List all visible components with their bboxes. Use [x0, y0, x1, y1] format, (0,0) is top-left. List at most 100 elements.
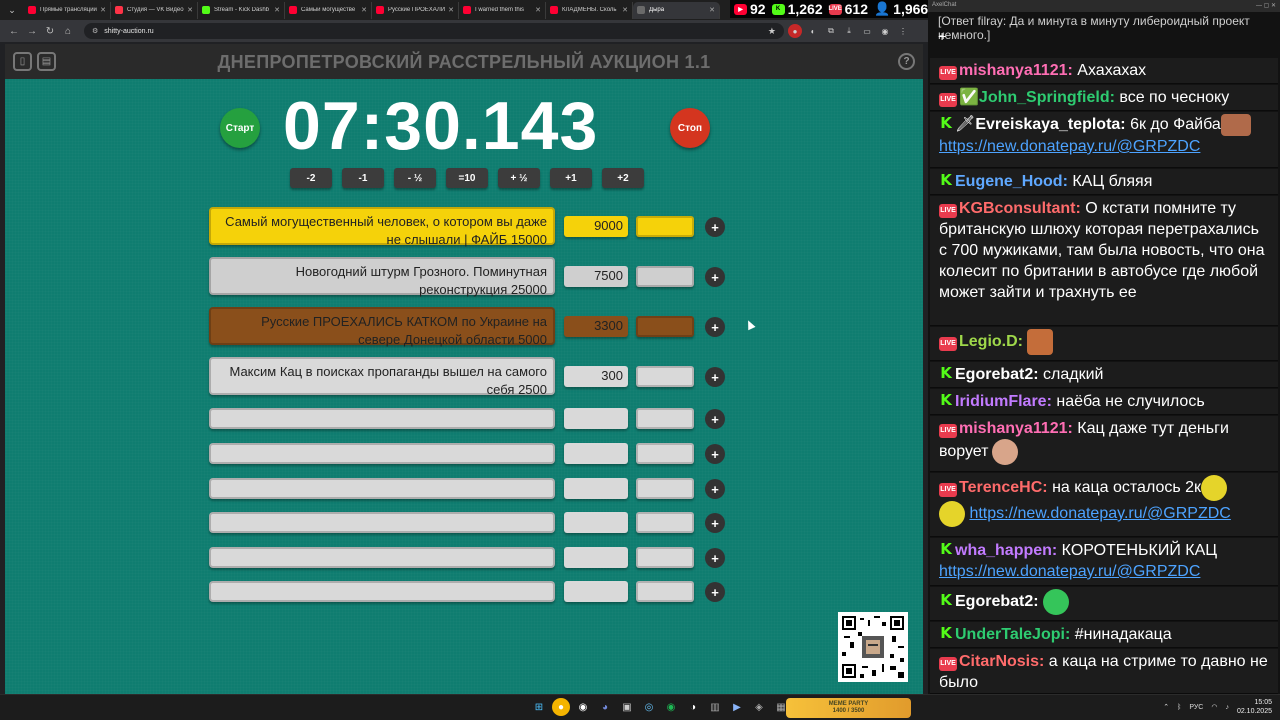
close-icon[interactable]: ✕	[448, 6, 454, 14]
browser-tab-active[interactable]: Дыра ✕	[633, 1, 720, 19]
lot-add-input[interactable]	[636, 512, 694, 533]
wifi-icon[interactable]: ◠	[1211, 703, 1217, 711]
lot-add-button[interactable]: +	[705, 409, 725, 429]
time-set-10-button[interactable]: =10	[446, 168, 488, 188]
close-icon[interactable]: ✕	[274, 6, 280, 14]
time-minus-2-button[interactable]: -2	[290, 168, 332, 188]
lot-add-button[interactable]: +	[705, 317, 725, 337]
browser-tab[interactable]: I warned them this ✕	[459, 1, 546, 19]
close-icon[interactable]: ✕	[709, 6, 715, 14]
lot-add-input[interactable]	[636, 366, 694, 387]
chat-username[interactable]: mishanya1121:	[959, 62, 1073, 79]
folder-icon[interactable]: ▣	[618, 698, 636, 716]
lot-name[interactable]: Максим Кац в поисках пропаганды вышел на…	[209, 357, 555, 397]
profile-icon[interactable]: ◉	[878, 24, 892, 38]
chat-username[interactable]: KGBconsultant:	[959, 200, 1081, 217]
lot-name-input[interactable]	[209, 581, 555, 602]
lot-add-button[interactable]: +	[705, 267, 725, 287]
lot-add-button[interactable]: +	[705, 513, 725, 533]
bookmark-star-icon[interactable]: ★	[768, 26, 776, 37]
clock[interactable]: 15:05 02.10.2025	[1237, 698, 1272, 716]
lot-name-input[interactable]	[209, 547, 555, 568]
window-controls[interactable]: — ▢ ✕	[1256, 2, 1276, 10]
lot-add-button[interactable]: +	[705, 367, 725, 387]
lot-amount[interactable]: 9000	[564, 216, 628, 237]
donate-link[interactable]: https://new.donatepay.ru/@GRPZDC	[939, 138, 1200, 155]
lot-name[interactable]: Новогодний штурм Грозного. Поминутная ре…	[209, 257, 555, 297]
lot-amount-input[interactable]	[564, 512, 628, 533]
browser-tab[interactable]: КЛАДМЕНЫ. Сколь ✕	[546, 1, 633, 19]
chat-username[interactable]: wha_happen:	[955, 542, 1057, 559]
bluetooth-icon[interactable]: ᛒ	[1177, 704, 1181, 711]
lot-add-input[interactable]	[636, 408, 694, 429]
donate-link[interactable]: https://new.donatepay.ru/@GRPZDC	[969, 505, 1230, 522]
lot-add-button[interactable]: +	[705, 479, 725, 499]
download-icon[interactable]: ⤓	[842, 24, 856, 38]
time-minus-half-button[interactable]: - ½	[394, 168, 436, 188]
lot-name[interactable]: Самый могущественный человек, о котором …	[209, 207, 555, 247]
browser-tab[interactable]: Stream - Kick Dashb ✕	[198, 1, 285, 19]
lot-add-button[interactable]: +	[705, 548, 725, 568]
split-view-icon[interactable]: ▭	[860, 24, 874, 38]
chat-username[interactable]: John_Springfield:	[979, 89, 1115, 106]
browser-tab[interactable]: Самый могуществе ✕	[285, 1, 372, 19]
address-bar[interactable]: ⚙ shitty-auction.ru ★	[84, 23, 784, 39]
close-icon[interactable]: ✕	[187, 6, 193, 14]
lot-add-input[interactable]	[636, 443, 694, 464]
chat-username[interactable]: Egorebat2:	[955, 366, 1039, 383]
time-plus-half-button[interactable]: + ½	[498, 168, 540, 188]
chat-username[interactable]: mishanya1121:	[959, 420, 1073, 437]
chat-username[interactable]: UnderTaleJopi:	[955, 626, 1070, 643]
menu-icon[interactable]: ⋮	[896, 24, 910, 38]
lot-amount-input[interactable]	[564, 547, 628, 568]
lot-add-button[interactable]: +	[705, 217, 725, 237]
close-icon[interactable]: ✕	[100, 6, 106, 14]
chat-username[interactable]: CitarNosis:	[959, 653, 1044, 670]
time-plus-2-button[interactable]: +2	[602, 168, 644, 188]
extensions-puzzle-icon[interactable]: ⧉	[824, 24, 838, 38]
lot-amount[interactable]: 300	[564, 366, 628, 387]
lot-add-button[interactable]: +	[705, 444, 725, 464]
chat-username[interactable]: Egorebat2:	[955, 593, 1039, 610]
lot-name-input[interactable]	[209, 443, 555, 464]
volume-icon[interactable]: ♪	[1225, 704, 1229, 711]
lot-amount-input[interactable]	[564, 408, 628, 429]
extension-icon[interactable]: ●	[788, 24, 802, 38]
start-button[interactable]: Старт	[220, 108, 260, 148]
close-icon[interactable]: ✕	[535, 6, 541, 14]
obs-icon[interactable]: ◉	[574, 698, 592, 716]
forward-icon[interactable]: →	[24, 23, 40, 39]
language-indicator[interactable]: РУС	[1189, 704, 1203, 711]
reload-icon[interactable]: ↻	[42, 23, 58, 39]
tab-search-icon[interactable]: ⌄	[4, 2, 20, 18]
browser-tab[interactable]: Студия — VK Видео ✕	[111, 1, 198, 19]
lot-add-button[interactable]: +	[705, 582, 725, 602]
lot-add-input[interactable]	[636, 316, 694, 337]
lot-amount[interactable]: 3300	[564, 316, 628, 337]
chat-username[interactable]: Legio.D:	[959, 333, 1023, 350]
back-icon[interactable]: ←	[6, 23, 22, 39]
lot-name-input[interactable]	[209, 408, 555, 429]
lot-amount-input[interactable]	[564, 443, 628, 464]
site-info-icon[interactable]: ⚙	[92, 27, 98, 35]
time-minus-1-button[interactable]: -1	[342, 168, 384, 188]
chat-username[interactable]: IridiumFlare:	[955, 393, 1052, 410]
extension-icon[interactable]: ◐	[806, 24, 820, 38]
home-icon[interactable]: ⌂	[60, 23, 76, 39]
donate-link[interactable]: https://new.donatepay.ru/@GRPZDC	[939, 563, 1200, 580]
lot-add-input[interactable]	[636, 581, 694, 602]
lot-amount-input[interactable]	[564, 478, 628, 499]
tray-chevron-icon[interactable]: ⌃	[1163, 703, 1169, 711]
lot-add-input[interactable]	[636, 547, 694, 568]
chat-username[interactable]: TerenceHC:	[959, 479, 1048, 496]
lot-add-input[interactable]	[636, 478, 694, 499]
lot-add-input[interactable]	[636, 266, 694, 287]
chat-username[interactable]: Evreiskaya_teplota:	[975, 116, 1125, 133]
lot-name[interactable]: Русские ПРОЕХАЛИСЬ КАТКОМ по Украине на …	[209, 307, 555, 347]
lot-add-input[interactable]	[636, 216, 694, 237]
chat-username[interactable]: Eugene_Hood:	[955, 173, 1068, 190]
help-icon[interactable]: ?	[898, 53, 915, 70]
lot-name-input[interactable]	[209, 512, 555, 533]
chrome-icon[interactable]: ●	[552, 698, 570, 716]
github-icon[interactable]: ◑	[684, 698, 702, 716]
